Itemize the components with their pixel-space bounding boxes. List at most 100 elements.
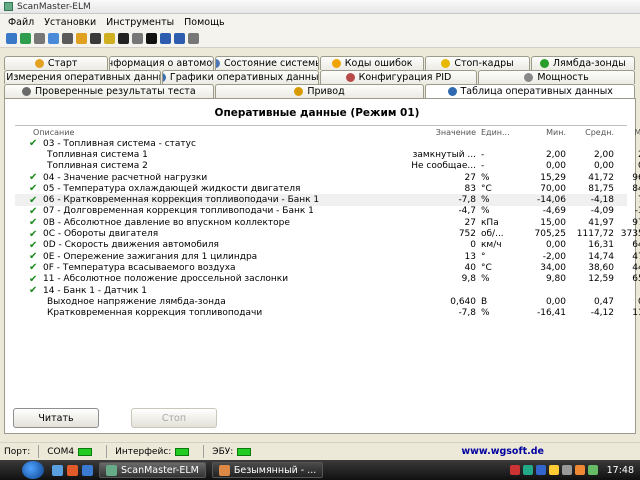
check-icon[interactable]: ✔ <box>29 206 39 217</box>
cell-description: ✔ 0D - Скорость движения автомобиля <box>15 240 410 251</box>
col-header-value[interactable]: Значение <box>410 126 476 138</box>
tab-label: Информация о автомобиле <box>110 58 213 69</box>
col-header-min[interactable]: Мин. <box>517 126 566 138</box>
table-row[interactable]: ✔ 14 - Банк 1 - Датчик 1 <box>15 285 627 296</box>
stop-button[interactable]: Стоп <box>131 408 217 428</box>
check-icon[interactable]: ✔ <box>29 240 39 251</box>
browser-icon[interactable] <box>67 464 78 476</box>
check-icon[interactable]: ✔ <box>29 195 39 206</box>
tab-car-info[interactable]: Информация о автомобиле <box>109 56 214 70</box>
task-paint[interactable]: Безымянный - ... <box>211 462 324 478</box>
check-icon[interactable]: ✔ <box>29 251 39 262</box>
network-icon[interactable] <box>522 465 533 475</box>
table-row[interactable]: ✔ 0F - Температура всасываемого воздуха 40… <box>15 262 640 273</box>
table-row[interactable]: Топливная система 2 Не сообщае... -0,00 0,0… <box>15 161 640 172</box>
clock: 17:48 <box>606 464 634 476</box>
tab-graph[interactable]: Графики оперативных данных <box>162 70 319 84</box>
table-row[interactable]: ✔ 07 - Долговременная коррекция топливопо… <box>15 206 640 217</box>
task-scanmaster[interactable]: ScanMaster-ELM <box>99 462 206 478</box>
exit-icon[interactable] <box>188 33 199 44</box>
tab-warning[interactable]: Коды ошибок <box>319 56 425 70</box>
start-button-icon[interactable] <box>22 461 44 479</box>
terminal-icon[interactable] <box>118 33 129 44</box>
tab-lambda-sensor[interactable]: Лямбда-зонды <box>530 56 635 70</box>
settings-icon[interactable] <box>90 33 101 44</box>
table-row[interactable]: ✔ 11 - Абсолютное положение дроссельной з… <box>15 274 640 285</box>
print-icon[interactable] <box>34 33 45 44</box>
cell-unit: % <box>481 195 490 206</box>
battery-icon[interactable] <box>587 465 598 475</box>
cell-max <box>614 285 640 296</box>
table-row[interactable]: Кратковременная коррекция топливоподачи -… <box>15 307 640 319</box>
cell-val: -7,8 <box>458 308 476 319</box>
menu-settings[interactable]: Установки <box>39 17 101 28</box>
table-row[interactable]: ✔ 0E - Опережение зажигания для 1 цилиндр… <box>15 251 640 262</box>
col-header-avg[interactable]: Средн. <box>566 126 614 138</box>
open-icon[interactable] <box>6 33 17 44</box>
test-results-icon <box>21 87 31 96</box>
cell-description: ✔ 06 - Кратковременная коррекция топливоп… <box>15 194 410 206</box>
cell-val <box>410 138 476 149</box>
table-row[interactable]: ✔ 0D - Скорость движения автомобиля 0 км/ч 0… <box>15 240 640 251</box>
help-icon[interactable] <box>174 33 185 44</box>
check-icon[interactable]: ✔ <box>29 274 39 285</box>
window-title: ScanMaster-ELM <box>17 1 91 12</box>
warning-icon <box>331 59 341 68</box>
check-icon[interactable]: ✔ <box>29 262 39 273</box>
cell-min: 15,29 <box>540 172 566 183</box>
website-link[interactable]: www.wgsoft.de <box>461 446 544 457</box>
check-icon[interactable]: ✔ <box>29 229 39 240</box>
menu-file[interactable]: Файл <box>3 17 39 28</box>
table-row[interactable]: Топливная система 1 замкнутый ... -2,00 2,0… <box>15 149 640 160</box>
status-bar: Порт: COM4 Интерфейс: ЭБУ: www.wgsoft.de <box>0 442 640 460</box>
col-header-description[interactable]: Описание <box>15 126 410 138</box>
table-row[interactable]: ✔ 03 - Топливная система - статус <box>15 138 627 149</box>
table-row[interactable]: ✔ 0B - Абсолютное давление во впускном ко… <box>15 217 640 228</box>
tab-system-state[interactable]: Состояние системы <box>214 56 319 70</box>
cell-avg: 14,74 <box>588 251 614 262</box>
tab-measure[interactable]: Измерения оперативных данных <box>4 70 161 84</box>
tab-label: Привод <box>307 86 345 97</box>
flag-icon[interactable] <box>535 465 546 475</box>
check-icon[interactable]: ✔ <box>29 285 39 296</box>
language-icon[interactable] <box>509 465 520 475</box>
volume-icon[interactable] <box>561 465 572 475</box>
tab-test-results[interactable]: Проверенные результаты теста <box>4 84 214 98</box>
table-row[interactable]: ✔ 0C - Обороты двигателя 752 об/... 705,25 11… <box>15 228 640 240</box>
read-button[interactable]: Читать <box>13 408 99 428</box>
table-row[interactable]: ✔ 05 - Температура охлаждающей жидкости д… <box>15 183 640 194</box>
cell-val: 9,8 <box>461 274 476 285</box>
menu-tools[interactable]: Инструменты <box>101 17 179 28</box>
record-icon[interactable] <box>132 33 143 44</box>
col-header-max[interactable]: Макс. <box>614 126 640 138</box>
antivirus-icon[interactable] <box>548 465 559 475</box>
table-row[interactable]: ✔ 04 - Значение расчетной нагрузки 27% 15,2… <box>15 172 640 183</box>
info-icon[interactable] <box>160 33 171 44</box>
connect-icon[interactable] <box>20 33 31 44</box>
log-icon[interactable] <box>104 33 115 44</box>
pause-icon[interactable] <box>146 33 157 44</box>
check-icon[interactable]: ✔ <box>29 138 39 149</box>
tab-power[interactable]: Мощность <box>478 70 635 84</box>
table-row[interactable]: Выходное напряжение лямбда-зонда 0,640 В 0,… <box>15 296 640 307</box>
col-header-unit[interactable]: Един... <box>481 126 517 138</box>
table-icon[interactable] <box>62 33 73 44</box>
tab-pid-config[interactable]: Конфигурация PID <box>320 70 477 84</box>
description-text: Топливная система 2 <box>47 161 148 172</box>
tab-freeze-frame[interactable]: Стоп-кадры <box>425 56 530 70</box>
tab-start[interactable]: Старт <box>4 56 109 70</box>
check-icon[interactable]: ✔ <box>29 183 39 194</box>
show-desktop-icon[interactable] <box>52 464 63 476</box>
tab-data-table[interactable]: Таблица оперативных данных <box>425 84 636 98</box>
palette-icon[interactable] <box>76 33 87 44</box>
check-icon[interactable]: ✔ <box>29 217 39 228</box>
update-icon[interactable] <box>574 465 585 475</box>
ie-icon[interactable] <box>82 464 93 476</box>
table-row[interactable]: ✔ 06 - Кратковременная коррекция топливоп… <box>15 194 640 206</box>
task-label: ScanMaster-ELM <box>121 464 199 476</box>
tab-drive[interactable]: Привод <box>214 84 425 98</box>
description-text: 07 - Долговременная коррекция топливопод… <box>43 206 314 217</box>
menu-help[interactable]: Помощь <box>179 17 229 28</box>
check-icon[interactable]: ✔ <box>29 172 39 183</box>
chart-icon[interactable] <box>48 33 59 44</box>
